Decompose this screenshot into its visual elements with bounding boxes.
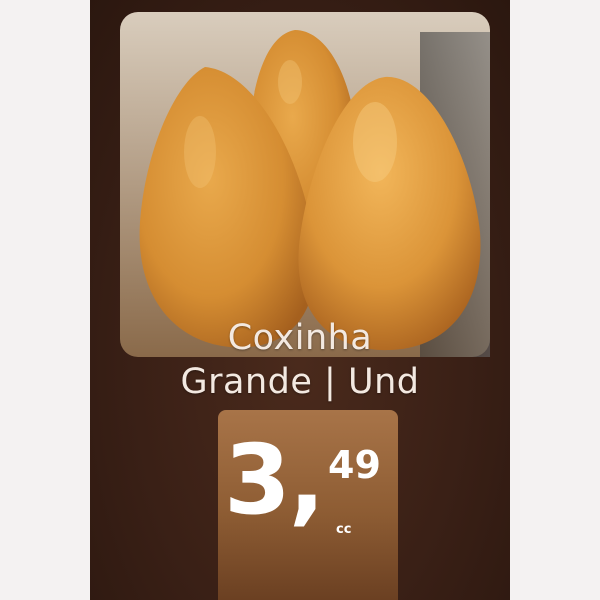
product-name-line1: Coxinha [227, 318, 373, 358]
price-integer: 3, [224, 424, 325, 536]
coxinha-photo [120, 12, 490, 357]
price-unit: cc [336, 522, 352, 537]
product-name-line2: Grande | Und [180, 362, 420, 402]
price-cents: 49 [328, 443, 381, 487]
product-card: Coxinha Grande | Und 3, 49 cc [90, 0, 510, 600]
price-tag: 3, 49 cc [218, 410, 398, 600]
